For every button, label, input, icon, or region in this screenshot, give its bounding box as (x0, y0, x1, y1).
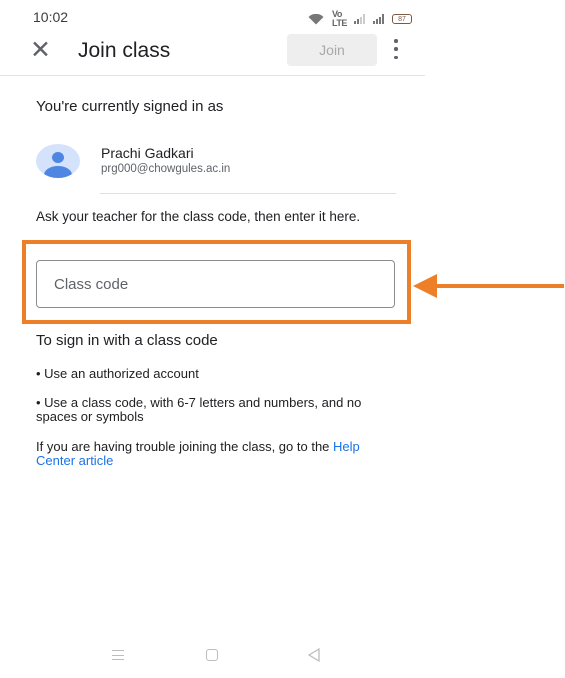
trouble-text: If you are having trouble joining the cl… (36, 440, 396, 468)
back-icon[interactable] (308, 648, 320, 662)
join-class-screen: 10:02 Vo LTE 87 ✕ Join class Join You're … (0, 0, 425, 678)
close-icon[interactable]: ✕ (30, 38, 51, 63)
more-vert-icon[interactable] (393, 39, 399, 59)
join-button[interactable]: Join (287, 34, 377, 66)
system-nav-bar (0, 648, 425, 678)
status-bar: 10:02 Vo LTE 87 (0, 0, 425, 30)
divider (100, 193, 396, 194)
rule-item: • Use a class code, with 6-7 letters and… (36, 395, 362, 424)
home-icon[interactable] (206, 649, 218, 661)
instructions-text: Ask your teacher for the class code, the… (36, 209, 361, 224)
arrow-annotation (413, 274, 564, 298)
user-email: prg000@chowgules.ac.in (101, 163, 231, 175)
trouble-text-body: If you are having trouble joining the cl… (36, 439, 330, 454)
wifi-icon (308, 13, 324, 25)
signal-icon-sim2 (373, 14, 384, 24)
person-icon-body (44, 166, 72, 178)
user-name: Prachi Gadkari (101, 145, 194, 161)
page-title: Join class (78, 39, 171, 62)
person-icon (52, 152, 64, 163)
battery-icon: 87 (392, 14, 412, 24)
status-icons: Vo LTE 87 (308, 10, 412, 28)
sign-in-help-heading: To sign in with a class code (36, 332, 218, 349)
app-bar: ✕ Join class Join (0, 31, 425, 76)
volte-icon: Vo LTE (332, 9, 347, 28)
menu-icon[interactable] (112, 650, 124, 660)
status-time: 10:02 (33, 9, 69, 25)
avatar (36, 144, 80, 178)
signed-in-heading: You're currently signed in as (36, 98, 224, 115)
signal-icon-sim1 (354, 14, 365, 24)
class-code-input[interactable] (36, 260, 395, 308)
rule-item: • Use an authorized account (36, 366, 199, 381)
